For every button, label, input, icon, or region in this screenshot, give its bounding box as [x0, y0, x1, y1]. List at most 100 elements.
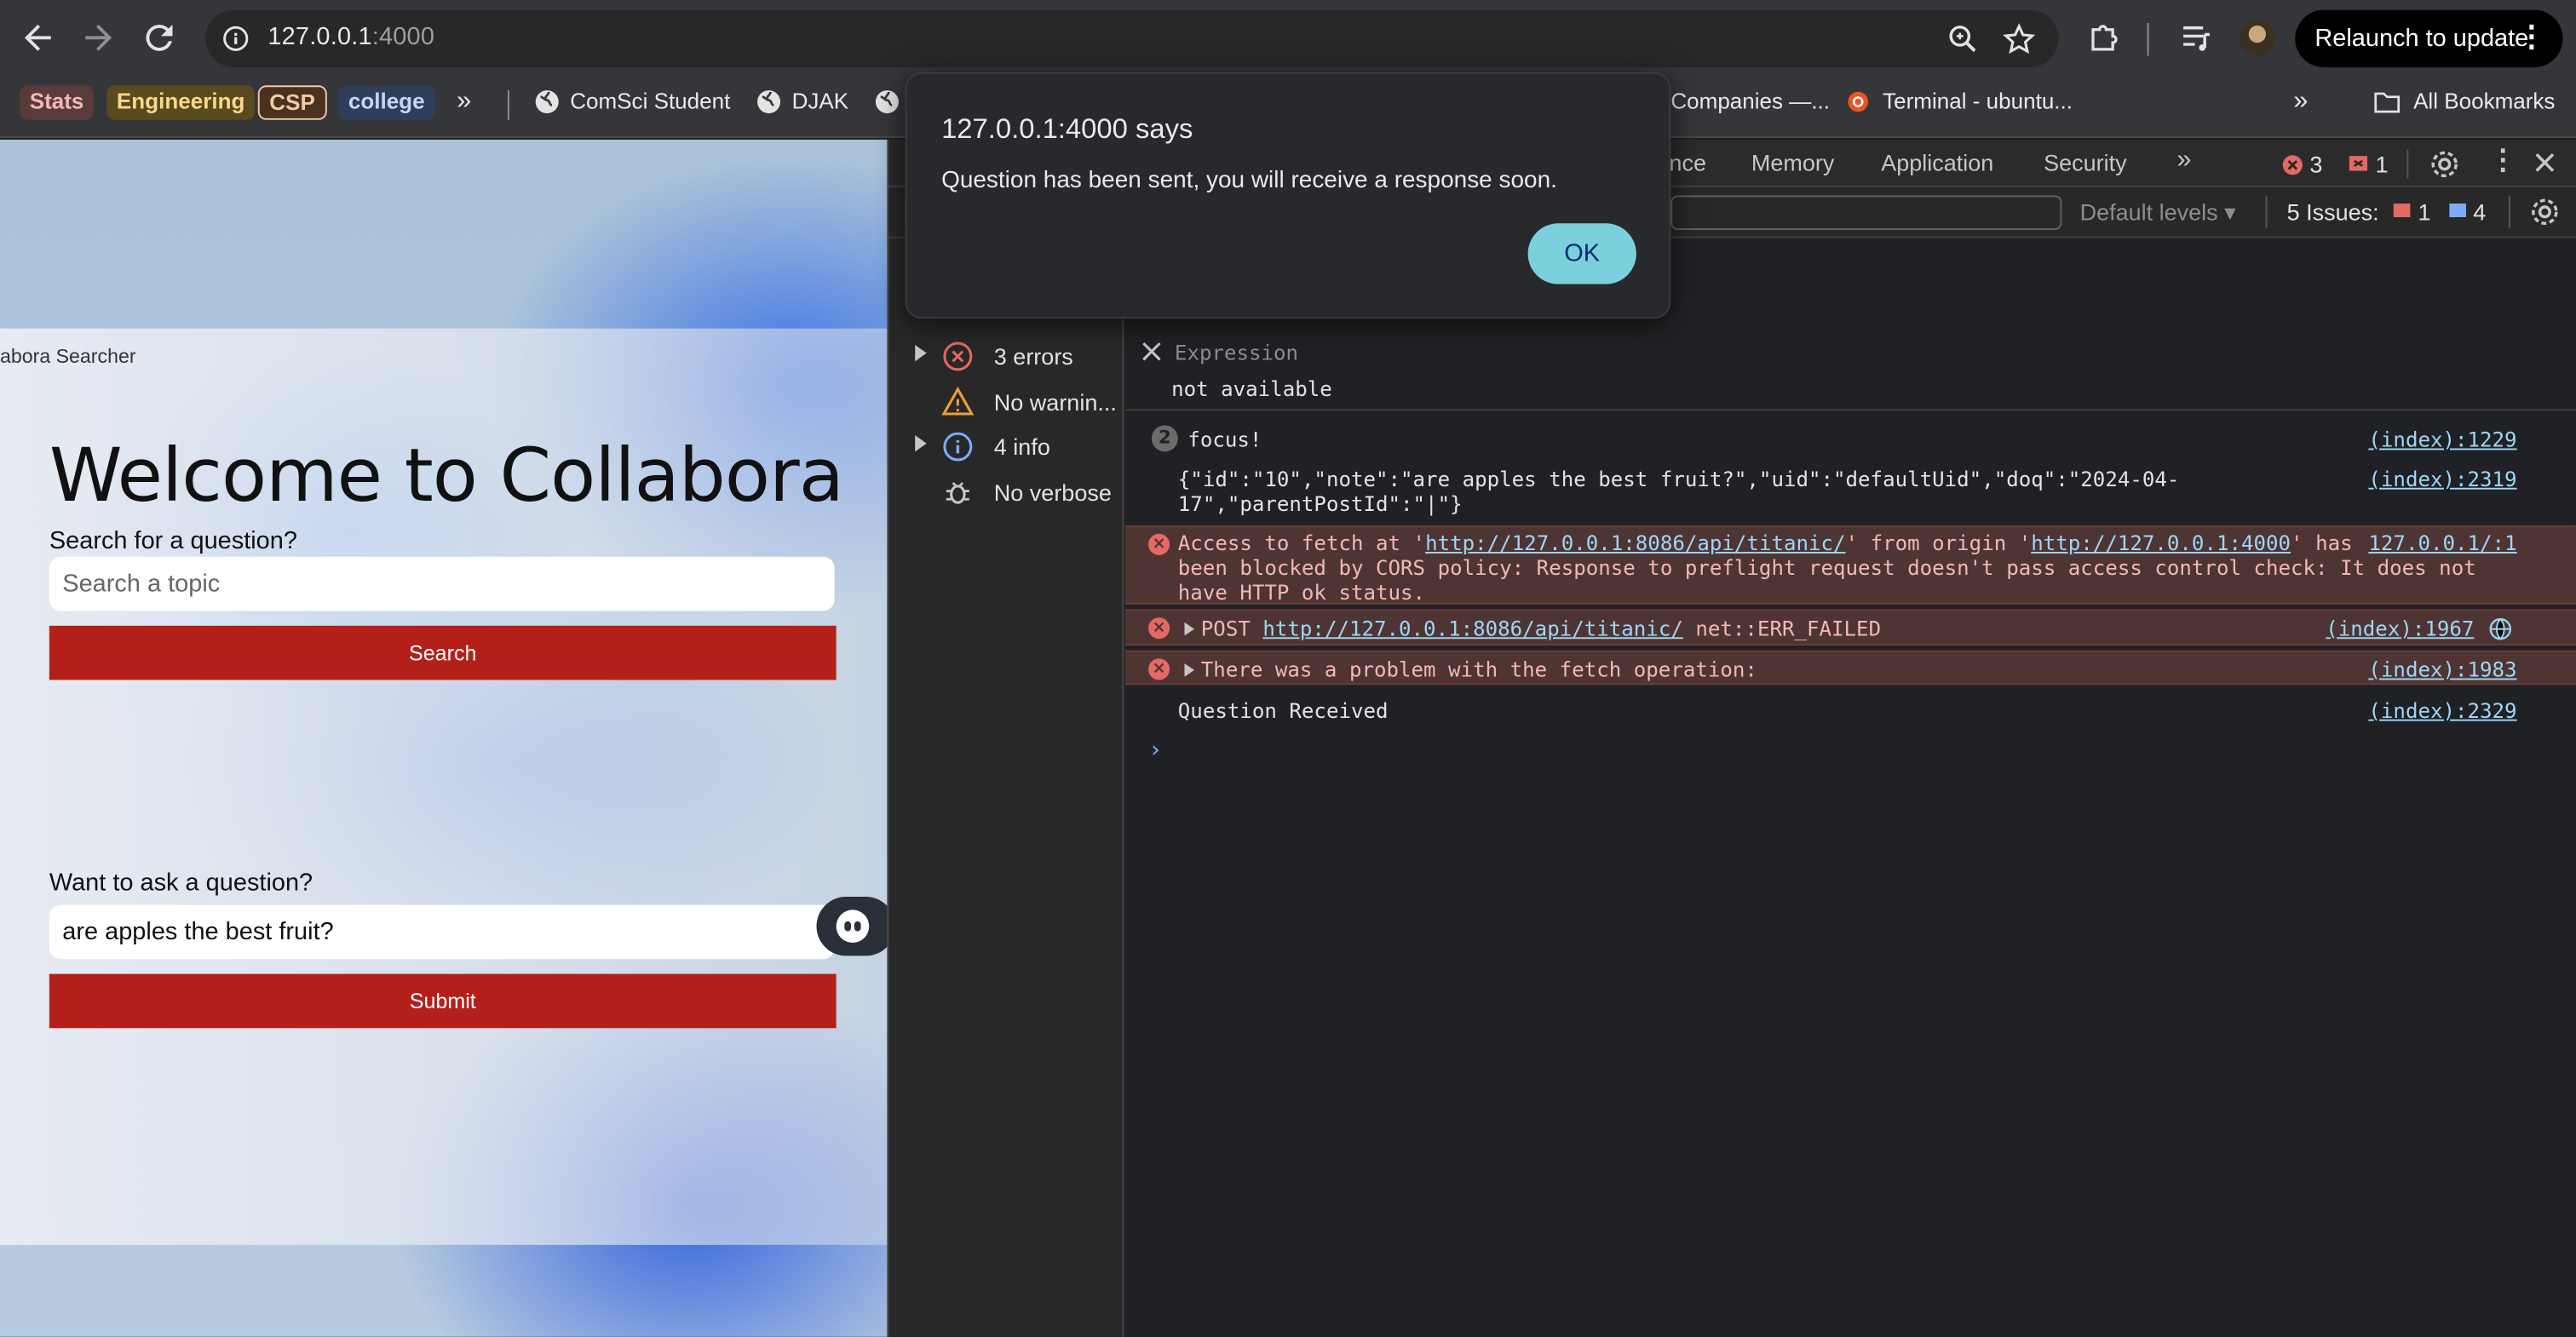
cors-request-url[interactable]: http://127.0.0.1:8086/api/titanic/ — [1425, 531, 1845, 555]
forward-arrow-icon[interactable] — [79, 18, 118, 57]
sidebar-item-info[interactable]: 4 info — [915, 427, 1120, 462]
issue-flag-icon — [2393, 203, 2411, 218]
post-request-url[interactable]: http://127.0.0.1:8086/api/titanic/ — [1262, 616, 1682, 640]
search-input[interactable] — [49, 556, 835, 611]
address-bar[interactable]: 127.0.0.1:4000 — [205, 9, 2059, 68]
question-input[interactable] — [49, 904, 835, 960]
network-globe-icon[interactable] — [2489, 617, 2512, 640]
bookmark-terminal-ubuntu[interactable]: Terminal - ubuntu... — [1883, 89, 2073, 113]
source-link[interactable]: (index):1983 — [2368, 657, 2516, 681]
bookmark-folder-engineering[interactable]: Engineering — [106, 85, 255, 120]
console-error-message: × Access to fetch at 'http://127.0.0.1:8… — [1125, 525, 2576, 605]
close-icon[interactable] — [2533, 151, 2556, 174]
console-message: {"id":"10","note":"are apples the best f… — [1125, 465, 2576, 524]
profile-avatar[interactable] — [2239, 20, 2276, 56]
relaunch-to-update-button[interactable]: Relaunch to update ⋮ — [2295, 9, 2563, 68]
cors-origin-url[interactable]: http://127.0.0.1:4000 — [2031, 531, 2291, 555]
tab-performance[interactable]: nce — [1669, 149, 1706, 175]
info-circle-icon — [943, 432, 973, 462]
globe-icon — [757, 90, 781, 114]
globe-icon — [535, 90, 559, 114]
default-levels-dropdown[interactable]: Default levels ▾ — [2080, 198, 2236, 227]
remove-expression-icon[interactable] — [1141, 341, 1161, 361]
zoom-icon[interactable] — [1946, 23, 1980, 56]
error-x-icon: × — [1148, 533, 1170, 555]
expand-arrow-icon[interactable] — [1184, 663, 1195, 677]
web-page: abora Searcher Welcome to Collabora Sear… — [0, 139, 888, 1337]
extensions-puzzle-icon[interactable] — [2086, 20, 2122, 55]
bookmarks-overflow-icon[interactable]: » — [457, 87, 471, 117]
source-link[interactable]: (index):1967 — [2326, 616, 2474, 640]
tab-memory[interactable]: Memory — [1751, 149, 1835, 175]
relaunch-label: Relaunch to update — [2314, 24, 2529, 53]
warning-triangle-icon — [941, 386, 975, 416]
console-settings-gear-icon[interactable] — [2528, 195, 2562, 228]
source-link[interactable]: (index):1229 — [2368, 427, 2516, 451]
console-message: Question Received (index):2329 — [1125, 697, 2576, 730]
site-name: abora Searcher — [0, 344, 136, 368]
sidebar-item-label: No warnin... — [993, 389, 1117, 416]
sidebar-item-warnings[interactable]: No warnin... — [915, 382, 1120, 418]
devtools-menu-icon[interactable]: ⋮ — [2489, 145, 2517, 178]
site-info-icon[interactable] — [221, 25, 250, 53]
more-tabs-icon[interactable]: » — [2176, 146, 2191, 176]
expression-label: Expression — [1174, 340, 1299, 365]
error-circle-icon — [943, 341, 973, 371]
filter-divider — [2265, 195, 2268, 229]
message-text: {"id":"10","note":"are apples the best f… — [1177, 466, 2180, 491]
reading-list-icon[interactable] — [2178, 20, 2214, 55]
source-link[interactable]: 127.0.0.1/:1 — [2368, 531, 2516, 555]
expand-arrow-icon[interactable] — [1184, 622, 1195, 636]
console-message: 2 focus! (index):1229 — [1125, 424, 2576, 460]
error-x-icon: × — [1148, 617, 1170, 640]
repeat-count-badge: 2 — [1151, 425, 1178, 452]
ok-button[interactable]: OK — [1527, 223, 1636, 284]
bookmark-folder-csp[interactable]: CSP — [257, 85, 327, 120]
expression-value: not available — [1171, 376, 1332, 401]
issue-flag-icon — [2349, 156, 2368, 171]
tab-security[interactable]: Security — [2044, 149, 2127, 175]
warning-count-badge[interactable]: 1 — [2348, 151, 2389, 177]
url-text[interactable]: 127.0.0.1:4000 — [267, 23, 434, 51]
expand-arrow-icon[interactable] — [915, 435, 927, 452]
issues-counter[interactable]: 5 Issues: 1 4 — [2287, 198, 2487, 225]
back-arrow-icon[interactable] — [18, 18, 57, 57]
info-message-icon — [2448, 203, 2465, 218]
sidebar-item-label: 4 info — [993, 433, 1050, 460]
bookmark-folder-stats[interactable]: Stats — [20, 85, 94, 120]
sidebar-item-errors[interactable]: 3 errors — [915, 336, 1120, 372]
bookmark-star-icon[interactable] — [2003, 23, 2036, 56]
console-prompt-chevron-icon[interactable]: › — [1148, 737, 1162, 764]
bookmark-djak[interactable]: DJAK — [792, 89, 849, 113]
bookmark-comsci-student[interactable]: ComSci Student — [570, 89, 730, 113]
bookmark-folder-college[interactable]: college — [338, 85, 435, 120]
submit-button[interactable]: Submit — [49, 973, 837, 1029]
message-text: been blocked by CORS policy: Response to… — [1177, 554, 2476, 580]
expand-arrow-icon[interactable] — [915, 344, 927, 362]
dialog-message: Question has been sent, you will receive… — [941, 167, 1557, 194]
reload-icon[interactable] — [140, 18, 179, 57]
sidebar-item-verbose[interactable]: No verbose — [915, 473, 1120, 508]
tab-application[interactable]: Application — [1881, 149, 1993, 175]
console-filter-input[interactable] — [1670, 195, 2062, 230]
all-bookmarks[interactable]: All Bookmarks — [2413, 89, 2555, 113]
message-text: have HTTP ok status. — [1177, 579, 1426, 605]
chatbot-launcher[interactable] — [816, 896, 888, 956]
toolbar-divider — [2147, 22, 2149, 56]
kebab-menu-icon[interactable]: ⋮ — [2517, 21, 2547, 51]
console-error-message[interactable]: × POST http://127.0.0.1:8086/api/titanic… — [1125, 609, 2576, 646]
message-text: Question Received — [1177, 697, 1389, 723]
console-sidebar: 3 errors No warnin... 4 info No verbose — [888, 238, 1124, 1337]
bookmarks-overflow-icon[interactable]: » — [2293, 87, 2308, 117]
error-count-badge[interactable]: 3 — [2282, 151, 2322, 177]
source-link[interactable]: (index):2329 — [2368, 698, 2516, 723]
settings-gear-icon[interactable] — [2428, 148, 2461, 181]
source-link[interactable]: (index):2319 — [2368, 467, 2516, 491]
message-text: 17","parentPostId":"|"} — [1177, 491, 1463, 516]
bookmark-companies[interactable]: Companies —... — [1670, 89, 1830, 113]
alert-dialog: 127.0.0.1:4000 says Question has been se… — [905, 72, 1671, 319]
search-button[interactable]: Search — [49, 625, 837, 680]
message-text: focus! — [1187, 427, 1262, 452]
page-title: Welcome to Collabora — [49, 432, 844, 519]
console-error-message[interactable]: × There was a problem with the fetch ope… — [1125, 650, 2576, 686]
